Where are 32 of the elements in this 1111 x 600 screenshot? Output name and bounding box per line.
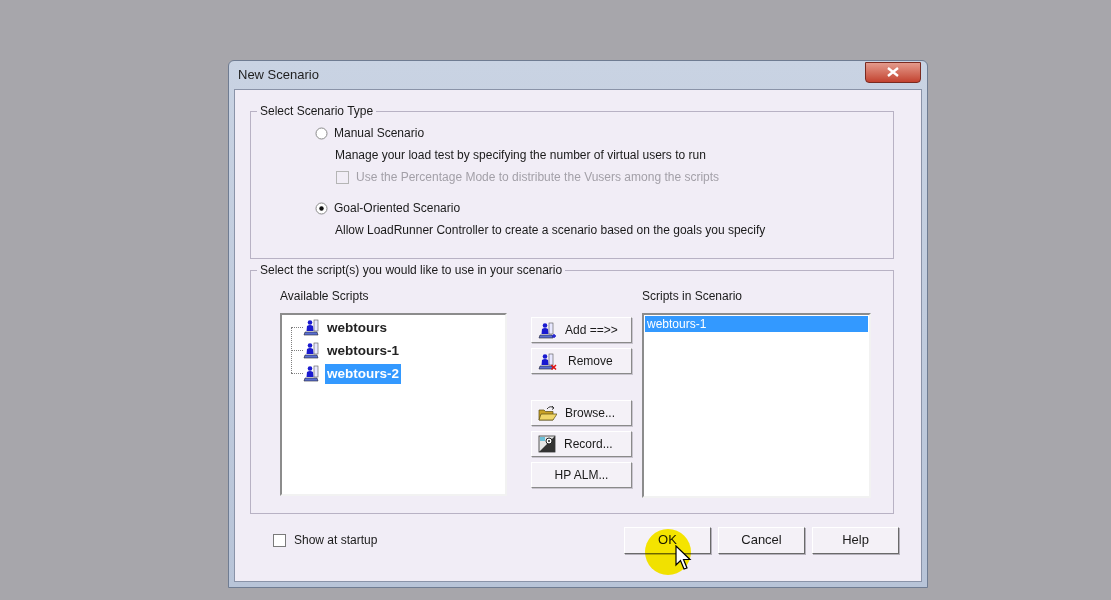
user-computer-icon <box>303 365 320 382</box>
tree-view[interactable]: webtours webtours-1 webtours-2 <box>280 313 507 496</box>
checkbox[interactable] <box>273 533 286 547</box>
radio-label[interactable]: Manual Scenario <box>334 124 425 142</box>
folder-icon <box>538 405 557 421</box>
dialog-button[interactable]: HP ALM... <box>531 462 632 488</box>
option-description: Manage your load test by specifying the number of virtual users to run <box>335 147 706 164</box>
tree-item[interactable]: webtours <box>325 317 389 338</box>
group-title: Select the script(s) you would like to use in your scenario <box>259 262 564 279</box>
list-label: Scripts in Scenario <box>642 288 743 305</box>
user-computer-remove-icon <box>538 352 557 370</box>
dialog-button[interactable]: Record... <box>531 431 632 457</box>
tree-item[interactable]: webtours-1 <box>325 340 401 361</box>
dialog-button[interactable]: Cancel <box>718 526 805 554</box>
option-description: Allow LoadRunner Controller to create a scenario based on the goals you specify <box>335 222 766 239</box>
dialog-button[interactable]: Remove <box>531 348 632 374</box>
radio-button[interactable] <box>315 201 328 215</box>
dialog-button[interactable]: Browse... <box>531 400 632 426</box>
dialog-button[interactable]: Add ==>> <box>531 317 632 343</box>
user-computer-icon <box>303 319 320 336</box>
dialog-button[interactable]: Help <box>812 526 899 554</box>
close-icon <box>887 67 899 77</box>
list-label: Available Scripts <box>280 288 369 305</box>
radio-button[interactable] <box>315 126 328 140</box>
radio-label[interactable]: Goal-Oriented Scenario <box>334 199 461 217</box>
checkbox-label[interactable]: Show at startup <box>294 531 378 549</box>
group-title: Select Scenario Type <box>259 103 375 120</box>
window-title: New Scenario <box>238 66 319 85</box>
user-computer-add-icon <box>538 321 557 339</box>
user-computer-icon <box>303 342 320 359</box>
camera-icon <box>538 435 556 453</box>
close-button[interactable] <box>865 61 921 83</box>
